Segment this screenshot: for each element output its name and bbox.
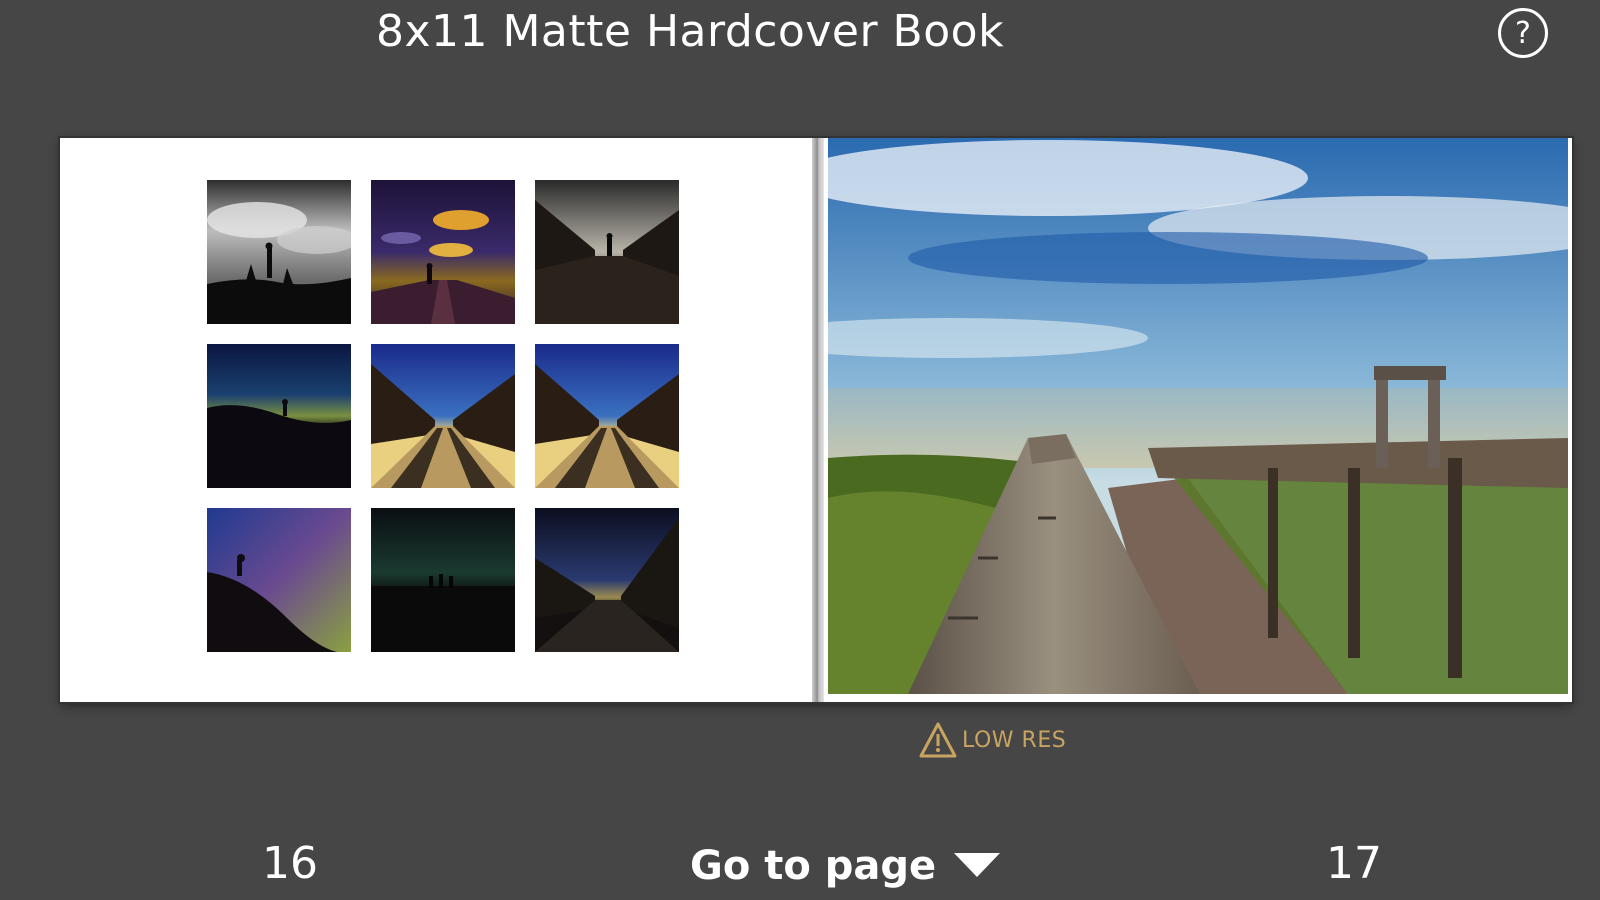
photo-bridge-blue-sky-1[interactable]	[371, 344, 515, 488]
right-page-number: 17	[1326, 838, 1382, 889]
photo-bridge-blue-sky-2[interactable]	[535, 344, 679, 488]
photo-green-night-sky[interactable]	[371, 508, 515, 652]
photo-hillside-aurora[interactable]	[207, 508, 351, 652]
left-page-number: 16	[262, 838, 318, 889]
go-to-page-dropdown[interactable]: Go to page	[690, 838, 1001, 894]
book-title: 8x11 Matte Hardcover Book	[375, 6, 1005, 57]
warning-triangle-icon	[919, 722, 957, 758]
photo-silhouette-clouds-bw[interactable]	[207, 180, 351, 324]
book-gutter	[812, 138, 824, 702]
go-to-page-label: Go to page	[690, 843, 937, 889]
photo-boardwalk-beach-railing[interactable]	[828, 138, 1568, 694]
low-res-warning: LOW RES	[918, 720, 1066, 760]
right-page[interactable]	[824, 138, 1572, 702]
photo-boardwalk-golden-sky[interactable]	[371, 180, 515, 324]
photo-grid	[207, 180, 679, 652]
photo-dune-silhouette-night[interactable]	[207, 344, 351, 488]
caret-down-icon	[954, 853, 1001, 877]
book-spread	[60, 138, 1572, 702]
low-res-label: LOW RES	[962, 727, 1067, 753]
help-button[interactable]: ?	[1498, 8, 1548, 58]
left-page[interactable]	[60, 138, 812, 702]
photo-bridge-night-sky[interactable]	[535, 508, 679, 652]
help-icon: ?	[1515, 15, 1531, 51]
photo-bridge-silhouette-dusk[interactable]	[535, 180, 679, 324]
